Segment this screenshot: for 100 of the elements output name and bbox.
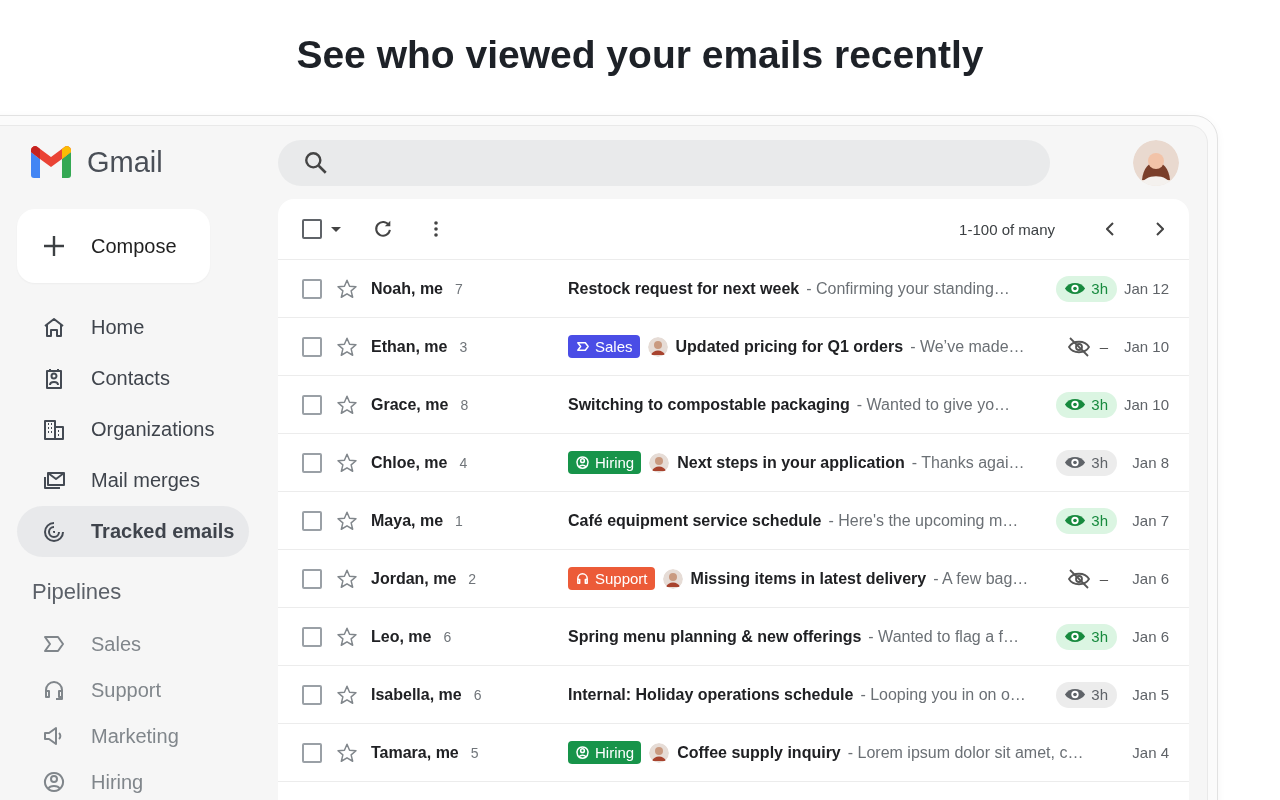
view-status: 3h	[1056, 507, 1117, 534]
email-date: Jan 12	[1123, 280, 1169, 297]
thread-count: 1	[455, 512, 463, 529]
row-checkbox[interactable]	[302, 452, 322, 473]
star-icon[interactable]	[336, 451, 358, 474]
refresh-icon[interactable]	[372, 218, 394, 240]
thread-count: 6	[443, 628, 452, 645]
eye-icon	[1064, 513, 1087, 528]
email-subject: Café equipment service schedule	[568, 511, 822, 530]
star-icon[interactable]	[336, 277, 358, 300]
view-status: –	[1058, 565, 1117, 592]
email-date: Jan 8	[1131, 454, 1169, 471]
row-checkbox[interactable]	[302, 510, 322, 531]
search-field[interactable]	[278, 140, 1050, 186]
avatar[interactable]	[1133, 140, 1179, 186]
eye-slash-icon	[1066, 336, 1091, 357]
section-heading: Pipelines	[32, 579, 122, 606]
caret-icon[interactable]	[331, 226, 341, 232]
row-checkbox[interactable]	[302, 278, 322, 299]
sender-name: Noah, me	[371, 279, 443, 298]
email-preview: - Here's the upcoming m…	[828, 511, 1019, 530]
compose-button[interactable]: Compose	[17, 209, 210, 283]
nav-item[interactable]: Contacts	[17, 353, 249, 404]
eye-icon	[1064, 629, 1087, 644]
app-name: Gmail	[87, 145, 163, 179]
email-row[interactable]: Maya, me 1 Café equipment service schedule - Here's the upcoming m… 3h Jan 7	[278, 492, 1189, 550]
more-icon[interactable]	[434, 221, 438, 237]
search-icon	[303, 150, 329, 176]
sender-name: Chloe, me	[371, 453, 448, 472]
gmail-logo-icon	[31, 146, 71, 178]
view-status: 3h	[1056, 623, 1117, 650]
star-icon[interactable]	[336, 509, 358, 532]
next-page-icon[interactable]	[1156, 222, 1164, 236]
row-checkbox[interactable]	[302, 684, 322, 705]
row-checkbox[interactable]	[302, 568, 322, 589]
person-icon	[575, 455, 590, 470]
email-preview: - We’ve made…	[910, 337, 1025, 356]
star-icon[interactable]	[336, 393, 358, 416]
person-icon	[41, 769, 67, 795]
view-status: 3h	[1056, 275, 1117, 302]
sender-name: Tamara, me	[371, 743, 459, 762]
sender-name: Jordan, me	[371, 569, 457, 588]
star-icon[interactable]	[336, 625, 358, 648]
email-preview: - Looping you in on o…	[860, 685, 1026, 704]
email-row[interactable]: Leo, me 6 Spring menu planning & new offerings - Wanted to flag a f… 3h Jan 6	[278, 608, 1189, 666]
email-preview: - Thanks agai…	[911, 453, 1025, 472]
email-row[interactable]: Ethan, me 3 Sales Updated pricing for Q1 orders - We’ve made… – Jan 10	[278, 318, 1189, 376]
nav-item[interactable]: Mail merges	[17, 455, 249, 506]
tag-icon	[575, 339, 590, 354]
email-row[interactable]: Chloe, me 4 Hiring Next steps in your application - Thanks agai… 3h Jan 8	[278, 434, 1189, 492]
label-tag: Hiring	[568, 741, 642, 764]
eye-icon	[1064, 397, 1087, 412]
email-preview: - Wanted to flag a f…	[868, 627, 1019, 646]
email-preview: - Lorem ipsum dolor sit amet, c…	[847, 743, 1084, 762]
email-row[interactable]: Noah, me 7 Restock request for next week - Confirming your standing… 3h Jan 12	[278, 260, 1189, 318]
view-status: 3h	[1056, 449, 1117, 476]
thread-count: 7	[455, 280, 463, 297]
email-row[interactable]: Tamara, me 5 Hiring Coffee supply inquiry - Lorem ipsum dolor sit amet, c… Jan 4	[278, 724, 1189, 782]
thread-count: 5	[470, 744, 479, 761]
email-subject: Updated pricing for Q1 orders	[675, 337, 904, 356]
headline: See who viewed your emails recently	[295, 31, 985, 78]
eye-icon	[1064, 455, 1087, 470]
label-tag: Support	[568, 567, 655, 590]
thread-count: 3	[459, 338, 468, 355]
email-date: Jan 7	[1131, 512, 1169, 529]
email-preview: - Wanted to give yo…	[856, 395, 1011, 414]
thread-count: 6	[473, 686, 482, 703]
star-icon[interactable]	[336, 567, 358, 590]
eye-icon	[1064, 687, 1087, 702]
email-preview: - Confirming your standing…	[806, 279, 1010, 298]
email-preview: - A few bag…	[933, 569, 1029, 588]
email-row[interactable]: Jordan, me 2 Support Missing items in latest delivery - A few bag… – Jan 6	[278, 550, 1189, 608]
email-date: Jan 5	[1131, 686, 1169, 703]
nav-item[interactable]: Home	[17, 302, 249, 353]
headset-icon	[575, 571, 590, 586]
sender-name: Ethan, me	[371, 337, 448, 356]
label-tag: Sales	[568, 335, 640, 358]
nav-item[interactable]: Tracked emails	[17, 506, 249, 557]
email-subject: Spring menu planning & new offerings	[568, 627, 862, 646]
email-row[interactable]: Isabella, me 6 Internal: Holiday operations schedule - Looping you in on o… 3h Jan 5	[278, 666, 1189, 724]
sender-name: Maya, me	[371, 511, 444, 530]
previous-page-icon[interactable]	[1106, 222, 1114, 236]
row-checkbox[interactable]	[302, 742, 322, 763]
star-icon[interactable]	[336, 335, 358, 358]
view-status: 3h	[1056, 681, 1117, 708]
thread-count: 4	[459, 454, 468, 471]
email-row[interactable]: Grace, me 8 Switching to compostable packaging - Wanted to give yo… 3h Jan 10	[278, 376, 1189, 434]
email-subject: Restock request for next week	[568, 279, 800, 298]
thread-count: 8	[460, 396, 469, 413]
star-icon[interactable]	[336, 741, 358, 764]
nav-item[interactable]: Organizations	[17, 404, 249, 455]
view-status: 3h	[1056, 391, 1117, 418]
email-subject: Switching to compostable packaging	[568, 395, 850, 414]
select-all-checkbox[interactable]	[302, 219, 322, 239]
row-checkbox[interactable]	[302, 626, 322, 647]
row-checkbox[interactable]	[302, 394, 322, 415]
email-subject: Missing items in latest delivery	[690, 569, 927, 588]
person-icon	[575, 745, 590, 760]
star-icon[interactable]	[336, 683, 358, 706]
row-checkbox[interactable]	[302, 336, 322, 357]
